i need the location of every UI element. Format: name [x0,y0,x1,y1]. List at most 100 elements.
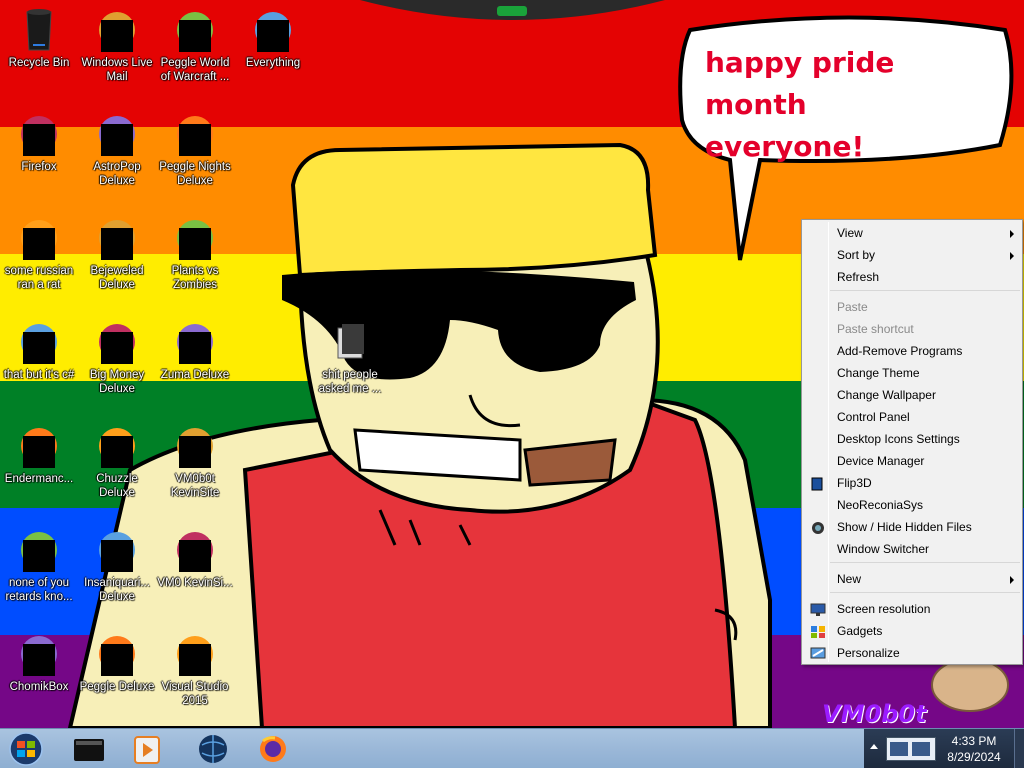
redaction-box [179,20,211,52]
desktop-icon[interactable]: VM0 KevinSi... [156,526,234,590]
taskbar-clock[interactable]: 4:33 PM 8/29/2024 [940,733,1008,765]
redaction-box [179,332,211,364]
desktop-icon-label: ChomikBox [9,681,69,693]
context-menu-separator [830,290,1020,291]
desktop-icon[interactable]: Windows Live Mail [78,6,156,84]
desktop-icon[interactable]: VM0b0t KevinSite [156,422,234,500]
hamster-icon [15,630,63,678]
game-icon [171,6,219,54]
redaction-box [179,436,211,468]
display-icon [810,602,826,616]
submenu-arrow-icon [1010,230,1014,238]
context-menu-item-label: Screen resolution [837,602,931,616]
submenu-arrow-icon [1010,576,1014,584]
fish-icon [93,526,141,574]
desktop-icon[interactable]: ChomikBox [0,630,78,694]
desktop-icon-label: none of you retards kno... [5,577,73,603]
windows-orb-icon [9,732,43,766]
desktop-icon[interactable]: Endermanc... [0,422,78,486]
context-menu-item-label: Device Manager [837,454,925,468]
desktop-icon[interactable]: Peggle Nights Deluxe [156,110,234,188]
context-menu-item[interactable]: Control Panel [804,406,1020,428]
context-menu-item[interactable]: NeoReconiaSys [804,494,1020,516]
context-menu-item-label: Sort by [837,248,876,262]
context-menu-item[interactable]: Gadgets [804,620,1020,642]
gem-icon [93,214,141,262]
context-menu-item[interactable]: Show / Hide Hidden Files [804,516,1020,538]
desktop-icon[interactable]: Insaniquari... Deluxe [78,526,156,604]
context-menu-item-label: Paste [837,300,868,314]
redaction-box [101,540,133,572]
context-menu-item[interactable]: Screen resolution [804,598,1020,620]
game-icon [171,214,219,262]
desktop-icon[interactable]: Bejeweled Deluxe [78,214,156,292]
context-menu-item[interactable]: Refresh [804,266,1020,288]
redaction-box [23,228,55,260]
context-menu-item[interactable]: Change Wallpaper [804,384,1020,406]
app-icon [15,318,63,366]
desktop-icon-label: Big Money Deluxe [89,369,145,395]
desktop-icon[interactable]: AstroPop Deluxe [78,110,156,188]
desktop-icon[interactable]: Peggle World of Warcraft ... [156,6,234,84]
desktop-icon[interactable]: Zuma Deluxe [156,318,234,382]
app-icon [171,526,219,574]
context-menu-item[interactable]: Personalize [804,642,1020,664]
desktop-icon[interactable]: none of you retards kno... [0,526,78,604]
desktop-icon[interactable]: Plants vs Zombies [156,214,234,292]
desktop-icon[interactable]: shit people asked me ... [311,318,389,396]
desktop-icon[interactable]: Chuzzle Deluxe [78,422,156,500]
desktop-icon[interactable]: Visual Studio 2015 [156,630,234,708]
desktop-icon[interactable]: some russian ran a rat [0,214,78,292]
start-button[interactable] [4,730,48,768]
context-menu-item[interactable]: Add-Remove Programs [804,340,1020,362]
taskbar-terminal-button[interactable] [60,731,118,767]
context-menu-item-label: Gadgets [837,624,883,638]
taskbar-firefox-button[interactable] [244,731,302,767]
context-menu-item[interactable]: Sort by [804,244,1020,266]
context-menu-item[interactable]: Device Manager [804,450,1020,472]
context-menu-item-label: Window Switcher [837,542,930,556]
globe-icon [199,735,227,763]
desktop-icon-label: Firefox [21,161,57,173]
taskbar-media-player-button[interactable] [118,731,176,767]
terminal-icon [74,739,104,761]
media-player-icon [134,736,160,764]
taskbar-globe-button[interactable] [184,731,242,767]
desktop-icon[interactable]: Big Money Deluxe [78,318,156,396]
desktop-icon[interactable]: that but it's c# [0,318,78,382]
context-menu-item[interactable]: Window Switcher [804,538,1020,560]
redaction-box [179,644,211,676]
desktop-icon[interactable]: Peggle Deluxe [78,630,156,694]
tray-app-icon[interactable] [886,737,936,761]
desktop-icon-label: Bejeweled Deluxe [90,265,144,291]
tray-expand-icon[interactable] [870,744,878,749]
context-menu-item-label: Refresh [837,270,880,284]
personalize-icon [810,646,826,660]
context-menu-item-label: Change Wallpaper [837,388,936,402]
show-desktop-button[interactable] [1014,729,1024,768]
context-menu-item[interactable]: Change Theme [804,362,1020,384]
desktop-icon-label: VM0 KevinSi... [157,577,233,589]
desktop-icon[interactable]: Everything [234,6,312,70]
app-icon [15,422,63,470]
context-menu-item[interactable]: View [804,222,1020,244]
redaction-box [179,540,211,572]
game-icon [93,630,141,678]
redaction-box [257,20,289,52]
taskbar: 4:33 PM 8/29/2024 [0,728,1024,768]
desktop-icon[interactable]: Firefox [0,110,78,174]
desktop-icon-label: Endermanc... [4,473,74,485]
context-menu-item[interactable]: New [804,568,1020,590]
context-menu-item[interactable]: Paste [804,296,1020,318]
speech-bubble-text: happy pride month everyone! [705,46,895,163]
desktop-icon-label: that but it's c# [3,369,75,381]
desktop-icon-label: Zuma Deluxe [160,369,230,381]
mail-icon [93,6,141,54]
context-menu-item[interactable]: Flip3D [804,472,1020,494]
context-menu-item-label: Control Panel [837,410,910,424]
desktop-icon[interactable]: Recycle Bin [0,6,78,70]
context-menu-item[interactable]: Desktop Icons Settings [804,428,1020,450]
context-menu-item-label: Show / Hide Hidden Files [837,520,972,534]
context-menu-item[interactable]: Paste shortcut [804,318,1020,340]
hidden-files-icon [810,520,826,534]
